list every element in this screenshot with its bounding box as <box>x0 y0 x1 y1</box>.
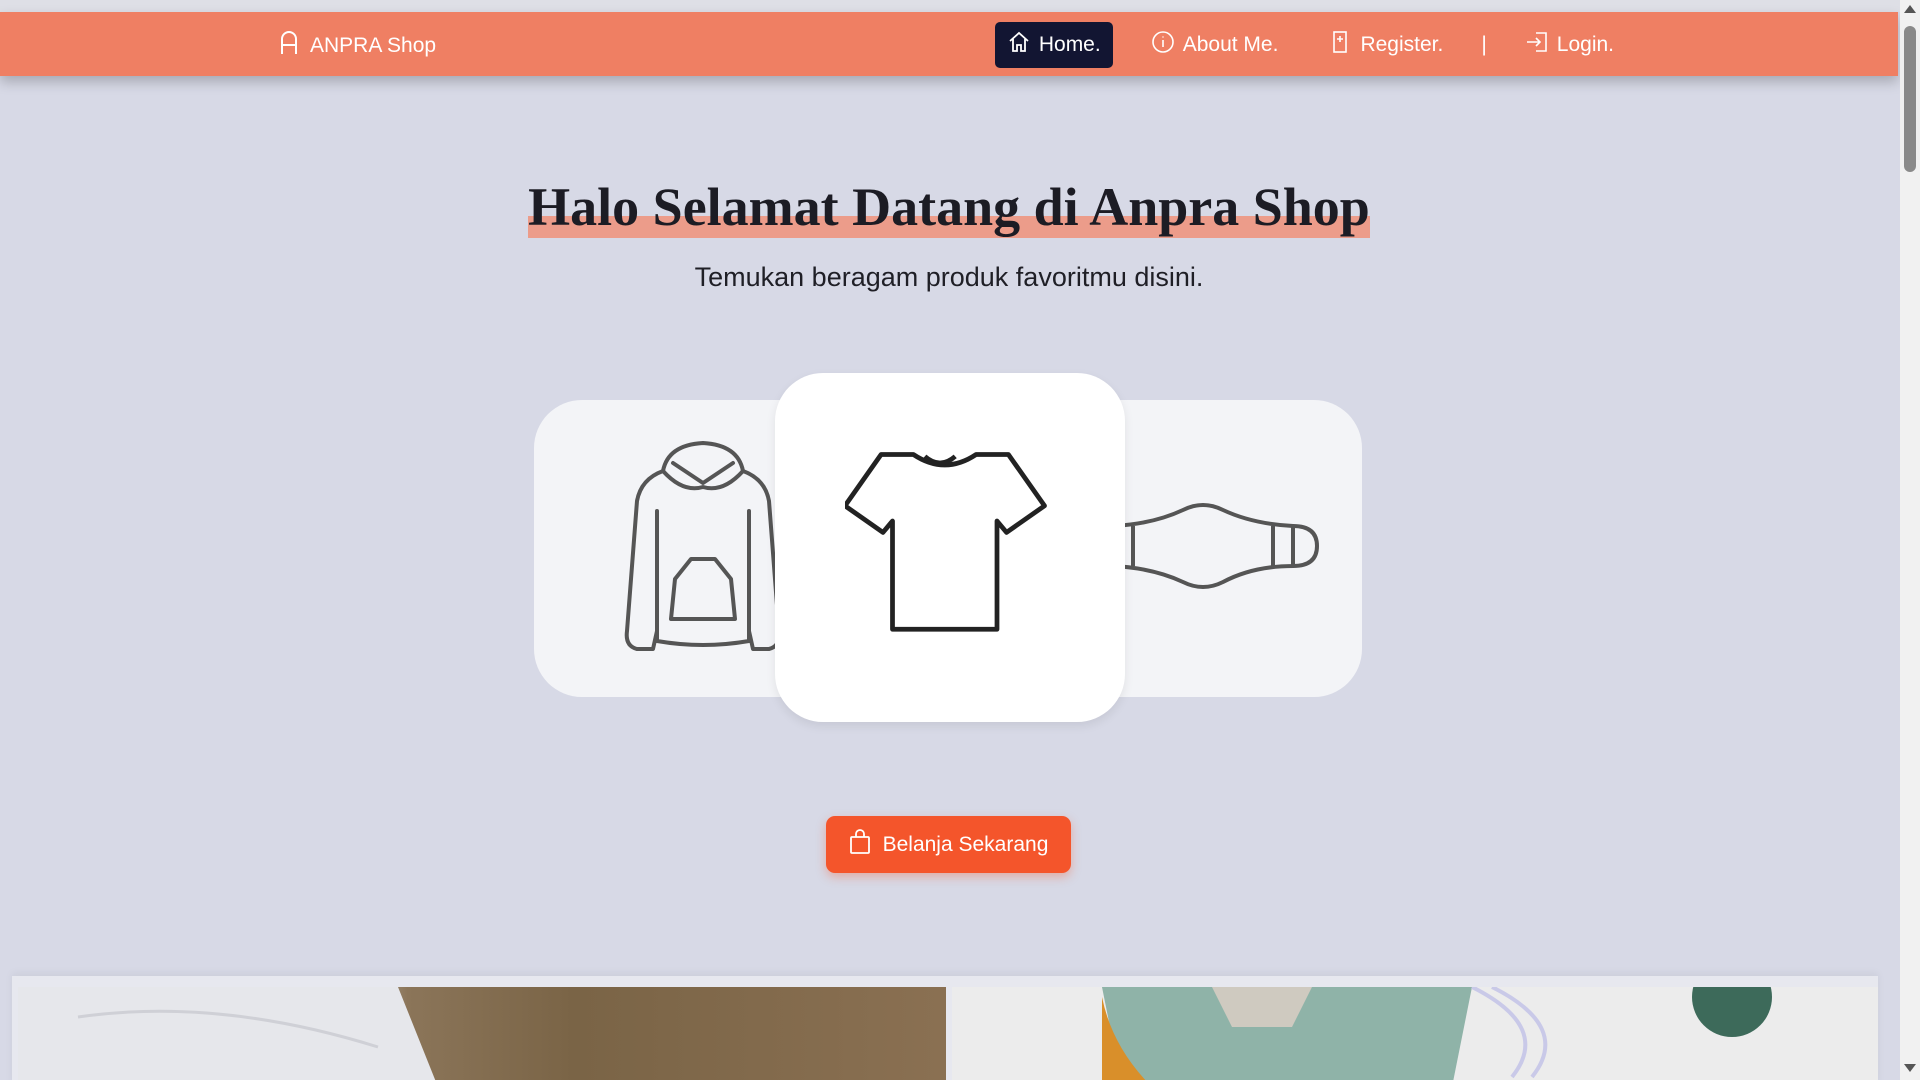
product-gallery <box>12 976 1878 1080</box>
nav-login[interactable]: Login. <box>1513 22 1626 68</box>
scrollbar[interactable] <box>1900 0 1920 1080</box>
nav-about[interactable]: About Me. <box>1139 22 1291 68</box>
brand-label: ANPRA Shop <box>310 34 437 57</box>
scroll-up-icon[interactable] <box>1904 5 1916 13</box>
brand-link[interactable]: ANPRA Shop <box>278 30 436 62</box>
home-icon <box>1007 30 1031 60</box>
nav-login-label: Login. <box>1556 33 1614 56</box>
shopping-bag-icon <box>849 828 871 861</box>
hero-title: Halo Selamat Datang di Anpra Shop <box>528 177 1370 238</box>
login-icon <box>1525 30 1549 60</box>
gallery-photo-masks[interactable] <box>952 987 1878 1080</box>
nav-separator: | <box>1481 33 1487 56</box>
tshirt-icon <box>842 445 1055 650</box>
letter-a-icon <box>278 30 300 62</box>
navbar: ANPRA Shop Home. About Me. Register. | L… <box>0 12 1898 76</box>
register-icon <box>1328 30 1352 60</box>
page: ANPRA Shop Home. About Me. Register. | L… <box>0 0 1900 1080</box>
info-icon <box>1151 30 1175 60</box>
product-card-tshirt[interactable] <box>775 373 1125 722</box>
nav-home[interactable]: Home. <box>994 22 1113 68</box>
nav-register-label: Register. <box>1360 33 1444 56</box>
scrollbar-thumb[interactable] <box>1904 26 1916 172</box>
gallery-photo-tshirt[interactable] <box>18 987 946 1080</box>
scroll-down-icon[interactable] <box>1904 1064 1916 1072</box>
shop-now-button[interactable]: Belanja Sekarang <box>826 816 1071 873</box>
shop-now-label: Belanja Sekarang <box>882 832 1049 856</box>
nav-about-label: About Me. <box>1182 33 1279 56</box>
hoodie-icon <box>613 431 793 666</box>
hero-title-wrap: Halo Selamat Datang di Anpra Shop <box>0 176 1898 238</box>
mask-icon <box>1103 496 1323 601</box>
nav-links: Home. About Me. Register. | Login. <box>994 22 1626 68</box>
hero-subtitle: Temukan beragam produk favoritmu disini. <box>694 262 1204 292</box>
top-strip <box>0 0 1900 12</box>
nav-register[interactable]: Register. <box>1316 22 1455 68</box>
nav-home-label: Home. <box>1038 33 1101 56</box>
